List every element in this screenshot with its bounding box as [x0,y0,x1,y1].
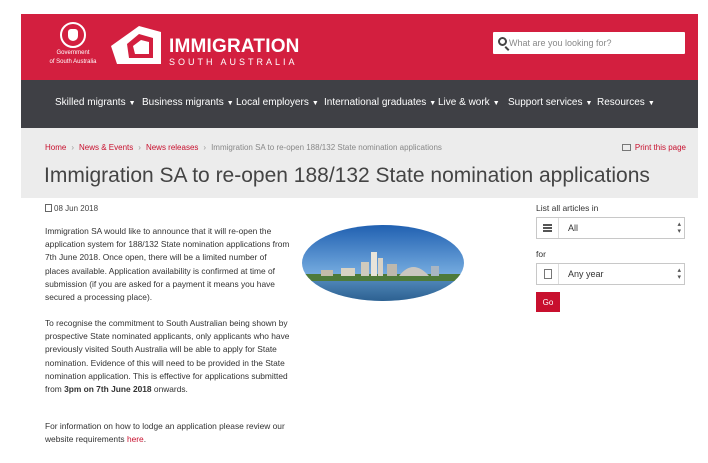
page-frame: Government of South Australia IMMIGRATIO… [21,14,698,463]
caret-down-icon: ▼ [226,100,234,107]
breadcrumb-current: Immigration SA to re-open 188/132 State … [211,143,442,152]
search-icon[interactable] [498,37,507,46]
breadcrumb-separator: › [71,143,75,152]
brand-subtitle: SOUTH AUSTRALIA [169,57,298,67]
article-paragraph-3: For information on how to lodge an appli… [45,420,290,446]
print-page-link[interactable]: Print this page [621,143,686,152]
caret-down-icon: ▼ [128,100,136,107]
breadcrumb-separator: › [203,143,207,152]
caret-down-icon: ▼ [429,100,437,107]
nav-label: Skilled migrants [55,97,126,108]
list-icon [543,224,552,232]
category-select[interactable]: All ▴ ▾ [536,217,685,239]
crest-icon [60,22,86,48]
main-nav: Skilled migrants ▼ Business migrants ▼ Loc… [21,80,698,128]
article-paragraph-2: To recognise the commitment to South Aus… [45,317,290,396]
adelaide-skyline-image [302,225,464,301]
breadcrumb-home[interactable]: Home [45,143,66,152]
breadcrumb-news-events[interactable]: News & Events [79,143,133,152]
year-select[interactable]: Any year ▴ ▾ [536,263,685,285]
government-sa-logo[interactable]: Government of South Australia [43,22,103,72]
printer-icon [621,144,631,151]
caret-down-icon: ▼ [647,100,655,107]
gov-logo-line1: Government [56,50,90,56]
caret-down-icon: ▼ [311,100,319,107]
nav-item-resources[interactable]: Resources ▼ [597,97,655,108]
date-text: 08 Jun 2018 [54,204,99,213]
paragraph-bold-text: 3pm on 7th June 2018 [64,384,152,395]
article-paragraph-1: Immigration SA would like to announce th… [45,226,290,303]
brand-title: IMMIGRATION [169,36,300,57]
breadcrumb-separator: › [138,143,141,152]
calendar-icon [45,204,52,212]
select-arrows-icon: ▴ ▾ [677,267,681,281]
document-icon [544,269,552,279]
year-value: Any year [568,269,604,279]
title-band: Home › News & Events › News releases › Immigra… [21,128,698,198]
nav-label: Business migrants [142,97,224,108]
page-title: Immigration SA to re-open 188/132 State … [44,164,650,187]
gov-logo-line2: of South Australia [49,59,97,65]
article-date: 08 Jun 2018 [45,204,98,213]
nav-item-support-services[interactable]: Support services ▼ [508,97,592,108]
breadcrumb: Home › News & Events › News releases › Immigra… [45,143,442,152]
search-box[interactable] [493,32,685,54]
nav-label: Local employers [236,97,309,108]
site-header: Government of South Australia IMMIGRATIO… [21,14,698,80]
go-button[interactable]: Go [536,292,560,312]
caret-down-icon: ▼ [585,100,593,107]
paragraph-text: To recognise the commitment to South Aus… [45,318,290,395]
nav-item-international-graduates[interactable]: International graduates ▼ [324,97,436,108]
immigration-sa-logo[interactable]: IMMIGRATION SOUTH AUSTRALIA [109,22,299,72]
brand-mark-icon [111,26,161,64]
nav-label: Support services [508,97,583,108]
requirements-link[interactable]: here [127,434,144,444]
select-arrows-icon: ▴ ▾ [677,221,681,235]
category-value: All [568,223,579,233]
nav-item-local-employers[interactable]: Local employers ▼ [236,97,319,108]
paragraph-text: . [143,434,147,445]
list-articles-label: List all articles in [536,203,599,213]
paragraph-text: For information on how to lodge an appli… [45,421,285,445]
search-input[interactable] [509,34,681,52]
nav-item-live-work[interactable]: Live & work ▼ [438,97,500,108]
nav-label: Live & work [438,97,490,108]
nav-label: Resources [597,97,645,108]
select-icon-box [537,218,559,238]
breadcrumb-news-releases[interactable]: News releases [146,143,198,152]
paragraph-text: onwards. [151,384,188,395]
select-icon-box [537,264,559,284]
caret-down-icon: ▼ [492,100,500,107]
nav-item-business-migrants[interactable]: Business migrants ▼ [142,97,234,108]
print-label: Print this page [634,143,686,152]
nav-item-skilled-migrants[interactable]: Skilled migrants ▼ [55,97,136,108]
nav-label: International graduates [324,97,427,108]
for-label: for [536,249,546,259]
